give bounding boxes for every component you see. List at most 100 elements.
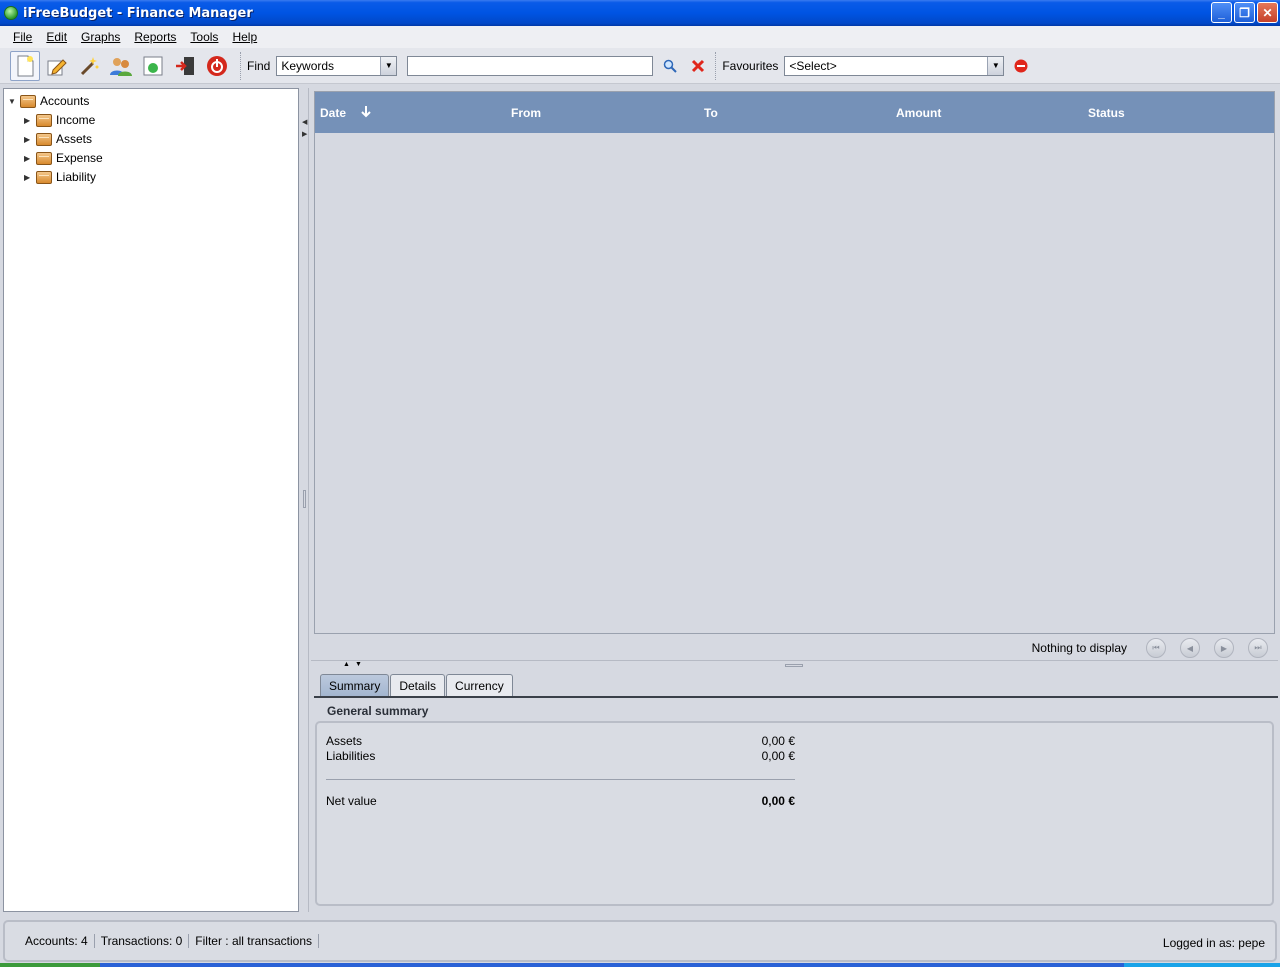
horizontal-splitter[interactable]: ▲ ▼ [311,660,1278,670]
splitter-line [308,88,309,912]
folder-icon [36,132,52,146]
toolbar-separator [715,51,717,80]
tab-details[interactable]: Details [390,674,446,697]
liabilities-value: 0,00 € [761,749,795,763]
folder-icon [36,151,52,165]
menu-bar: File Edit Graphs Reports Tools Help [0,26,1280,48]
transactions-table[interactable]: Date From To Amount Status [314,91,1275,634]
column-header-status[interactable]: Status [1088,106,1125,120]
summary-divider [326,779,795,780]
tree-node-expense[interactable]: ▶ Expense [24,149,103,167]
tree-collapsed-icon[interactable]: ▶ [24,135,36,144]
detail-tabs: Summary Details Currency [320,674,514,697]
chevron-down-icon[interactable]: ▼ [380,56,397,75]
accounts-button[interactable] [106,51,136,81]
folder-icon [36,113,52,127]
remove-icon [1014,59,1028,72]
folder-icon [20,94,36,108]
assets-label: Assets [326,734,363,748]
edit-button[interactable] [42,51,72,81]
export-icon [143,56,163,75]
export-button[interactable] [138,51,168,81]
close-button[interactable]: ✕ [1257,2,1278,23]
menu-file[interactable]: File [6,30,39,44]
users-icon [110,57,132,76]
first-page-button[interactable]: ⏮ [1146,638,1166,658]
exit-door-icon [176,56,194,75]
magic-wand-icon [80,56,99,75]
find-type-select[interactable]: Keywords ▼ [276,55,398,76]
column-header-to[interactable]: To [704,106,718,120]
restore-button[interactable]: ❐ [1234,2,1255,23]
tree-label: Liability [56,170,97,184]
title-bar: iFreeBudget - Finance Manager _ ❐ ✕ [0,0,1280,26]
minimize-button[interactable]: _ [1211,2,1232,23]
tree-label: Assets [56,132,93,146]
column-header-from[interactable]: From [511,106,541,120]
app-icon [4,6,18,20]
tree-label: Expense [56,151,103,165]
tree-collapsed-icon[interactable]: ▶ [24,154,36,163]
tabs-underline [314,696,1278,698]
menu-reports[interactable]: Reports [127,30,183,44]
tree-expanded-icon[interactable]: ▼ [8,97,20,106]
last-page-button[interactable]: ⏭ [1248,638,1268,658]
menu-edit[interactable]: Edit [39,30,74,44]
sort-descending-icon[interactable] [361,106,372,118]
collapse-left-icon[interactable]: ◀ [302,118,307,126]
tree-node-income[interactable]: ▶ Income [24,111,95,129]
column-header-date[interactable]: Date [320,106,372,120]
search-button[interactable] [659,55,681,77]
tab-currency[interactable]: Currency [446,674,513,697]
search-input[interactable] [407,55,654,76]
accounts-tree[interactable]: ▼ Accounts ▶ Income ▶ Assets ▶ Expense ▶… [3,88,299,912]
liabilities-label: Liabilities [326,749,376,763]
menu-help[interactable]: Help [225,30,264,44]
tree-collapsed-icon[interactable]: ▶ [24,116,36,125]
clear-x-icon [692,59,705,72]
next-page-button[interactable]: ▶ [1214,638,1234,658]
status-user: Logged in as: pepe [1162,936,1265,950]
splitter-grip[interactable] [785,664,803,667]
expand-right-icon[interactable]: ▶ [302,130,307,138]
vertical-splitter[interactable]: ◀ ▶ [299,88,311,912]
find-type-value: Keywords [281,58,335,73]
clear-search-button[interactable] [687,55,709,77]
remove-favourite-button[interactable] [1010,55,1032,77]
new-document-icon [17,55,34,76]
favourites-select[interactable]: <Select> ▼ [784,55,1005,76]
toolbar: Find Keywords ▼ Favourites <Select> ▼ [0,48,1280,84]
tab-summary[interactable]: Summary [320,674,390,697]
search-icon [664,59,678,73]
menu-tools[interactable]: Tools [183,30,225,44]
net-value-label: Net value [326,794,377,808]
logout-button[interactable] [170,51,200,81]
column-header-amount[interactable]: Amount [896,106,941,120]
window-controls: _ ❐ ✕ [1211,2,1278,23]
pager-status: Nothing to display [1031,641,1127,655]
net-value: 0,00 € [761,794,795,808]
wizard-button[interactable] [74,51,104,81]
splitter-grip[interactable] [303,490,306,508]
expand-down-icon[interactable]: ▼ [355,661,362,668]
favourites-value: <Select> [789,58,837,73]
tree-label: Income [56,113,96,127]
folder-icon [36,170,52,184]
first-page-icon: ⏮ [1152,643,1160,652]
status-filter: Filter : all transactions [189,934,320,948]
new-transaction-button[interactable] [10,50,40,81]
tree-node-assets[interactable]: ▶ Assets [24,130,92,148]
chevron-down-icon[interactable]: ▼ [987,56,1004,75]
quit-button[interactable] [202,51,232,81]
tree-node-accounts[interactable]: ▼ Accounts [8,92,89,110]
collapse-up-icon[interactable]: ▲ [343,661,350,668]
previous-page-button[interactable]: ◀ [1180,638,1200,658]
tree-collapsed-icon[interactable]: ▶ [24,173,36,182]
previous-page-icon: ◀ [1186,643,1194,653]
status-bar: Accounts: 4 Transactions: 0 Filter : all… [3,920,1277,962]
taskbar-edge [0,963,1280,967]
summary-title: General summary [327,704,429,718]
tree-node-liability[interactable]: ▶ Liability [24,168,96,186]
menu-graphs[interactable]: Graphs [74,30,127,44]
status-accounts: Accounts: 4 [19,934,95,948]
